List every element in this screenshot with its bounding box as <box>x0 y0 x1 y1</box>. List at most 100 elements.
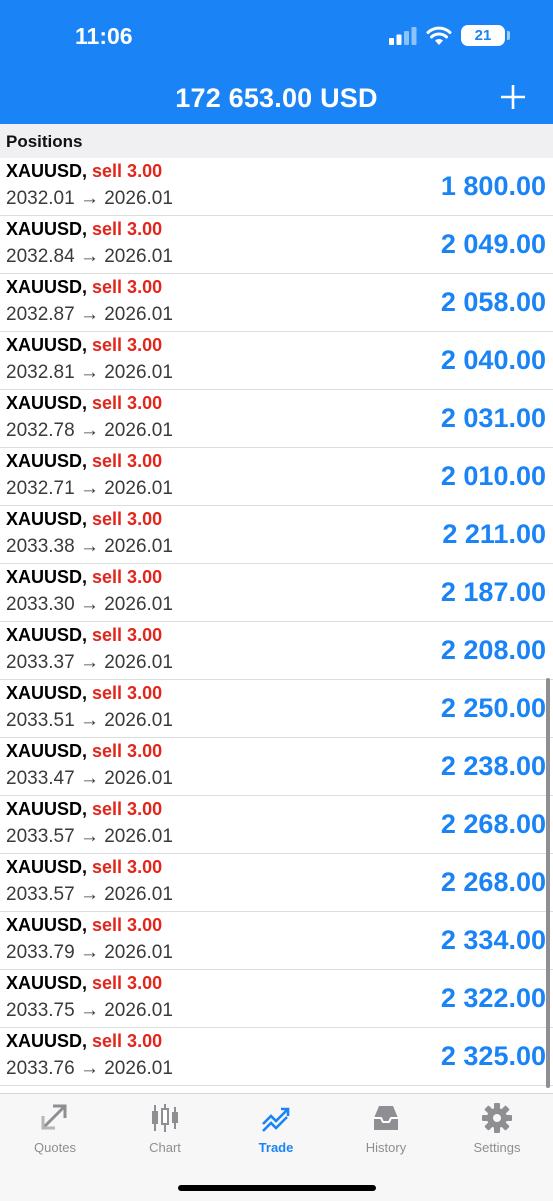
position-title: XAUUSD, sell 3.00 <box>6 799 162 820</box>
tab-label-chart: Chart <box>149 1140 181 1155</box>
position-profit: 2 322.00 <box>440 983 546 1013</box>
position-profit: 2 268.00 <box>440 867 546 897</box>
position-symbol: XAUUSD, <box>6 857 88 877</box>
position-symbol: XAUUSD, <box>6 567 88 587</box>
history-icon <box>374 1106 398 1130</box>
tab-quotes[interactable]: Quotes <box>0 1094 110 1164</box>
position-symbol: XAUUSD, <box>6 509 88 529</box>
position-profit: 2 268.00 <box>440 809 546 839</box>
position-title: XAUUSD, sell 3.00 <box>6 741 162 762</box>
position-prices: 2033.79 → 2026.01 <box>6 942 173 963</box>
position-side: sell 3.00 <box>92 567 163 587</box>
battery-icon: 21 <box>461 25 510 46</box>
position-row[interactable]: XAUUSD, sell 3.00 2032.78 → 2026.01 2 031.… <box>0 390 553 448</box>
position-row[interactable]: XAUUSD, sell 3.00 2032.01 → 2026.01 1 800.… <box>0 158 553 216</box>
position-title: XAUUSD, sell 3.00 <box>6 973 162 994</box>
quotes-icon <box>41 1104 67 1130</box>
position-side: sell 3.00 <box>92 741 163 761</box>
home-indicator <box>178 1185 376 1191</box>
scrollbar[interactable] <box>546 678 550 1088</box>
position-prices: 2032.71 → 2026.01 <box>6 478 173 499</box>
position-prices: 2032.01 → 2026.01 <box>6 188 173 209</box>
position-symbol: XAUUSD, <box>6 915 88 935</box>
wifi-icon <box>426 26 452 45</box>
position-row[interactable]: XAUUSD, sell 3.00 2033.37 → 2026.01 2 208.… <box>0 622 553 680</box>
plus-icon[interactable] <box>500 84 526 110</box>
position-row[interactable]: XAUUSD, sell 3.00 2032.87 → 2026.01 2 058.… <box>0 274 553 332</box>
position-row[interactable]: XAUUSD, sell 3.00 2033.47 → 2026.01 2 238.… <box>0 738 553 796</box>
position-row[interactable]: XAUUSD, sell 3.00 2033.30 → 2026.01 2 187.… <box>0 564 553 622</box>
position-profit: 2 040.00 <box>440 345 546 375</box>
tab-trade[interactable]: Trade <box>221 1094 331 1164</box>
position-profit: 2 049.00 <box>440 229 546 259</box>
position-prices: 2032.78 → 2026.01 <box>6 420 173 441</box>
position-profit: 2 010.00 <box>440 461 546 491</box>
gear-icon <box>482 1103 512 1133</box>
position-side: sell 3.00 <box>92 915 163 935</box>
chart-icon <box>152 1104 178 1132</box>
position-row[interactable]: XAUUSD, sell 3.00 2033.57 → 2026.01 2 268.… <box>0 796 553 854</box>
position-side: sell 3.00 <box>92 857 163 877</box>
position-side: sell 3.00 <box>92 161 163 181</box>
position-title: XAUUSD, sell 3.00 <box>6 509 162 530</box>
tab-label-trade: Trade <box>258 1140 294 1155</box>
position-prices: 2033.76 → 2026.01 <box>6 1058 173 1079</box>
position-side: sell 3.00 <box>92 277 163 297</box>
position-row[interactable]: XAUUSD, sell 3.00 2033.76 → 2026.01 2 325.… <box>0 1028 553 1086</box>
position-prices: 2032.81 → 2026.01 <box>6 362 173 383</box>
position-row[interactable]: XAUUSD, sell 3.00 2033.38 → 2026.01 2 211.… <box>0 506 553 564</box>
position-row[interactable]: XAUUSD, sell 3.00 2033.57 → 2026.01 2 268.… <box>0 854 553 912</box>
position-title: XAUUSD, sell 3.00 <box>6 277 162 298</box>
position-symbol: XAUUSD, <box>6 335 88 355</box>
position-prices: 2033.47 → 2026.01 <box>6 768 173 789</box>
signal-icon <box>389 26 417 45</box>
position-prices: 2033.75 → 2026.01 <box>6 1000 173 1021</box>
position-side: sell 3.00 <box>92 509 163 529</box>
status-time: 11:06 <box>75 23 133 49</box>
position-row[interactable]: XAUUSD, sell 3.00 2033.75 → 2026.01 2 322.… <box>0 970 553 1028</box>
position-symbol: XAUUSD, <box>6 451 88 471</box>
trade-icon <box>262 1107 290 1132</box>
positions-list: XAUUSD, sell 3.00 2032.01 → 2026.01 1 800.… <box>0 158 553 1086</box>
tab-settings[interactable]: Settings <box>442 1094 552 1164</box>
tab-label-quotes: Quotes <box>34 1140 76 1155</box>
position-title: XAUUSD, sell 3.00 <box>6 683 162 704</box>
position-title: XAUUSD, sell 3.00 <box>6 915 162 936</box>
position-prices: 2033.38 → 2026.01 <box>6 536 173 557</box>
position-side: sell 3.00 <box>92 683 163 703</box>
position-profit: 2 211.00 <box>442 519 546 549</box>
position-symbol: XAUUSD, <box>6 393 88 413</box>
position-profit: 2 058.00 <box>440 287 546 317</box>
tab-label-history: History <box>365 1140 407 1155</box>
status-icons: 21 <box>389 25 510 46</box>
position-row[interactable]: XAUUSD, sell 3.00 2033.79 → 2026.01 2 334.… <box>0 912 553 970</box>
position-row[interactable]: XAUUSD, sell 3.00 2033.51 → 2026.01 2 250.… <box>0 680 553 738</box>
position-title: XAUUSD, sell 3.00 <box>6 161 162 182</box>
section-title: Positions <box>6 132 83 151</box>
position-profit: 2 187.00 <box>440 577 546 607</box>
position-side: sell 3.00 <box>92 625 163 645</box>
account-balance: 172 653.00 USD <box>175 83 378 113</box>
position-profit: 1 800.00 <box>440 171 546 201</box>
tab-history[interactable]: History <box>331 1094 441 1164</box>
position-profit: 2 208.00 <box>440 635 546 665</box>
position-prices: 2032.87 → 2026.01 <box>6 304 173 325</box>
position-row[interactable]: XAUUSD, sell 3.00 2032.71 → 2026.01 2 010.… <box>0 448 553 506</box>
tab-chart[interactable]: Chart <box>110 1094 220 1164</box>
position-prices: 2032.84 → 2026.01 <box>6 246 173 267</box>
position-row[interactable]: XAUUSD, sell 3.00 2032.84 → 2026.01 2 049.… <box>0 216 553 274</box>
position-title: XAUUSD, sell 3.00 <box>6 1031 162 1052</box>
positions-header: Positions <box>0 124 553 159</box>
position-title: XAUUSD, sell 3.00 <box>6 335 162 356</box>
position-prices: 2033.57 → 2026.01 <box>6 826 173 847</box>
position-side: sell 3.00 <box>92 973 163 993</box>
position-title: XAUUSD, sell 3.00 <box>6 451 162 472</box>
position-prices: 2033.37 → 2026.01 <box>6 652 173 673</box>
position-profit: 2 031.00 <box>440 403 546 433</box>
position-symbol: XAUUSD, <box>6 277 88 297</box>
position-side: sell 3.00 <box>92 451 163 471</box>
position-side: sell 3.00 <box>92 335 163 355</box>
position-row[interactable]: XAUUSD, sell 3.00 2032.81 → 2026.01 2 040.… <box>0 332 553 390</box>
position-prices: 2033.30 → 2026.01 <box>6 594 173 615</box>
position-symbol: XAUUSD, <box>6 741 88 761</box>
